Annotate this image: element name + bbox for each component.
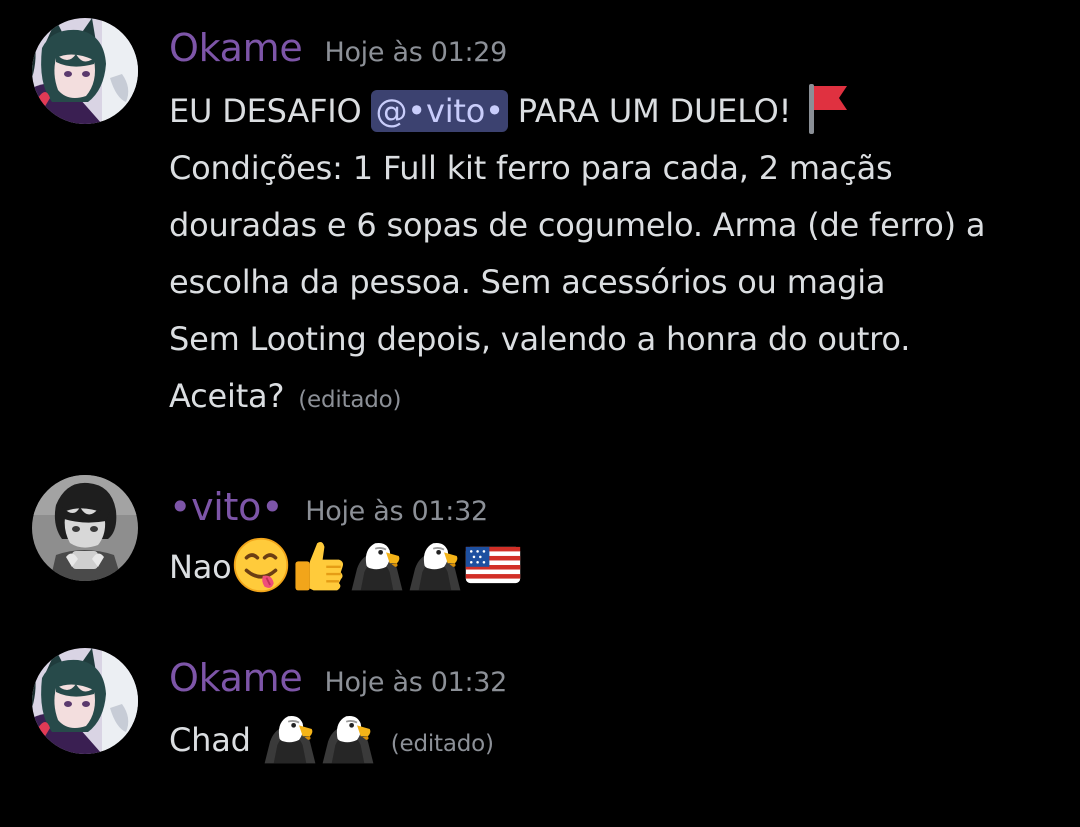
message-line: Nao	[169, 539, 1060, 596]
thumbs-up-emoji	[290, 536, 348, 594]
eagle-emoji	[348, 536, 406, 594]
message-header: Okame Hoje às 01:29	[169, 26, 1060, 76]
message-text: Aceita?	[169, 377, 285, 415]
timestamp: Hoje às 01:32	[324, 667, 508, 698]
message-line: escolha da pessoa. Sem acessórios ou mag…	[169, 263, 886, 301]
us-flag-emoji	[464, 536, 522, 594]
avatar[interactable]	[32, 475, 138, 581]
vito-avatar-image	[32, 475, 138, 581]
message-text: EU DESAFIO	[169, 92, 372, 130]
username[interactable]: Okame	[169, 656, 303, 700]
message-text: Chad	[169, 721, 251, 759]
message-line: Condições: 1 Full kit ferro para cada, 2…	[169, 149, 893, 187]
avatar[interactable]	[32, 648, 138, 754]
message-line: Sem Looting depois, valendo a honra do o…	[169, 320, 911, 358]
avatar[interactable]	[32, 18, 138, 124]
timestamp: Hoje às 01:29	[324, 37, 508, 68]
eagle-emoji	[261, 709, 319, 767]
username[interactable]: Okame	[169, 26, 303, 70]
username[interactable]: •vito•	[169, 485, 284, 529]
message-header: •vito• Hoje às 01:32	[169, 485, 1060, 535]
edited-label: (editado)	[390, 731, 494, 757]
okame-avatar-image	[32, 648, 138, 754]
eagle-emoji	[319, 709, 377, 767]
message-line: EU DESAFIO @•vito• PARA UM DUELO!	[169, 83, 1060, 140]
edited-label: (editado)	[298, 387, 402, 413]
timestamp: Hoje às 01:32	[305, 496, 488, 527]
yum-emoji	[232, 536, 290, 594]
message-text: PARA UM DUELO!	[507, 92, 792, 130]
eagle-emoji	[406, 536, 464, 594]
message-text: Nao	[169, 548, 232, 586]
okame-avatar-image	[32, 18, 138, 124]
message-line: Chad (editado)	[169, 712, 1060, 769]
message-line: douradas e 6 sopas de cogumelo. Arma (de…	[169, 206, 986, 244]
message-line: Aceita? (editado)	[169, 368, 1060, 425]
red-flag-emoji	[803, 82, 851, 134]
message-header: Okame Hoje às 01:32	[169, 656, 1060, 706]
user-mention[interactable]: @•vito•	[371, 90, 508, 132]
